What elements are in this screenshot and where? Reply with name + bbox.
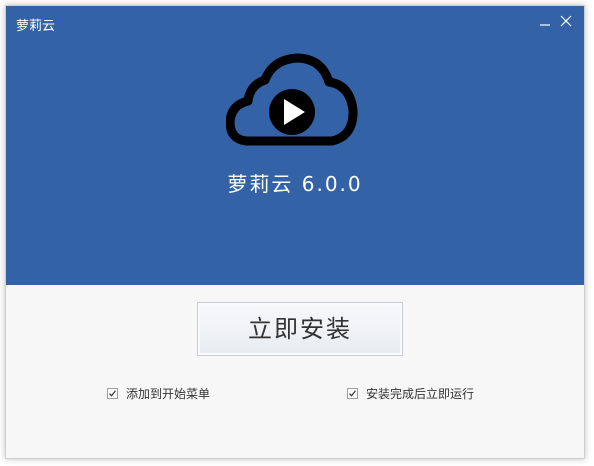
close-button[interactable] [557,12,575,30]
option-run-after-install[interactable]: 安装完成后立即运行 [347,385,474,401]
start-menu-checkbox[interactable] [107,387,118,399]
app-name-version: 萝莉云 6.0.0 [227,172,363,196]
run-after-install-label: 安装完成后立即运行 [366,386,475,401]
install-now-button[interactable]: 立即安装 [197,302,403,356]
window-title: 萝莉云 [16,19,56,34]
close-icon [560,15,572,27]
option-add-start-menu[interactable]: 添加到开始菜单 [107,385,210,401]
run-after-install-checkbox[interactable] [347,387,358,399]
start-menu-label: 添加到开始菜单 [126,386,211,401]
minimize-icon [540,24,550,26]
header-banner: 萝莉云 萝莉云 6.0.0 [6,6,584,285]
checkmark-icon [349,389,356,397]
installer-window: 萝莉云 萝莉云 6.0.0 立即安装 添加到开始菜单 安装完成后立即运行 [5,5,585,459]
minimize-button[interactable] [536,12,554,30]
checkmark-icon [109,389,116,397]
cloud-play-icon [225,50,358,156]
